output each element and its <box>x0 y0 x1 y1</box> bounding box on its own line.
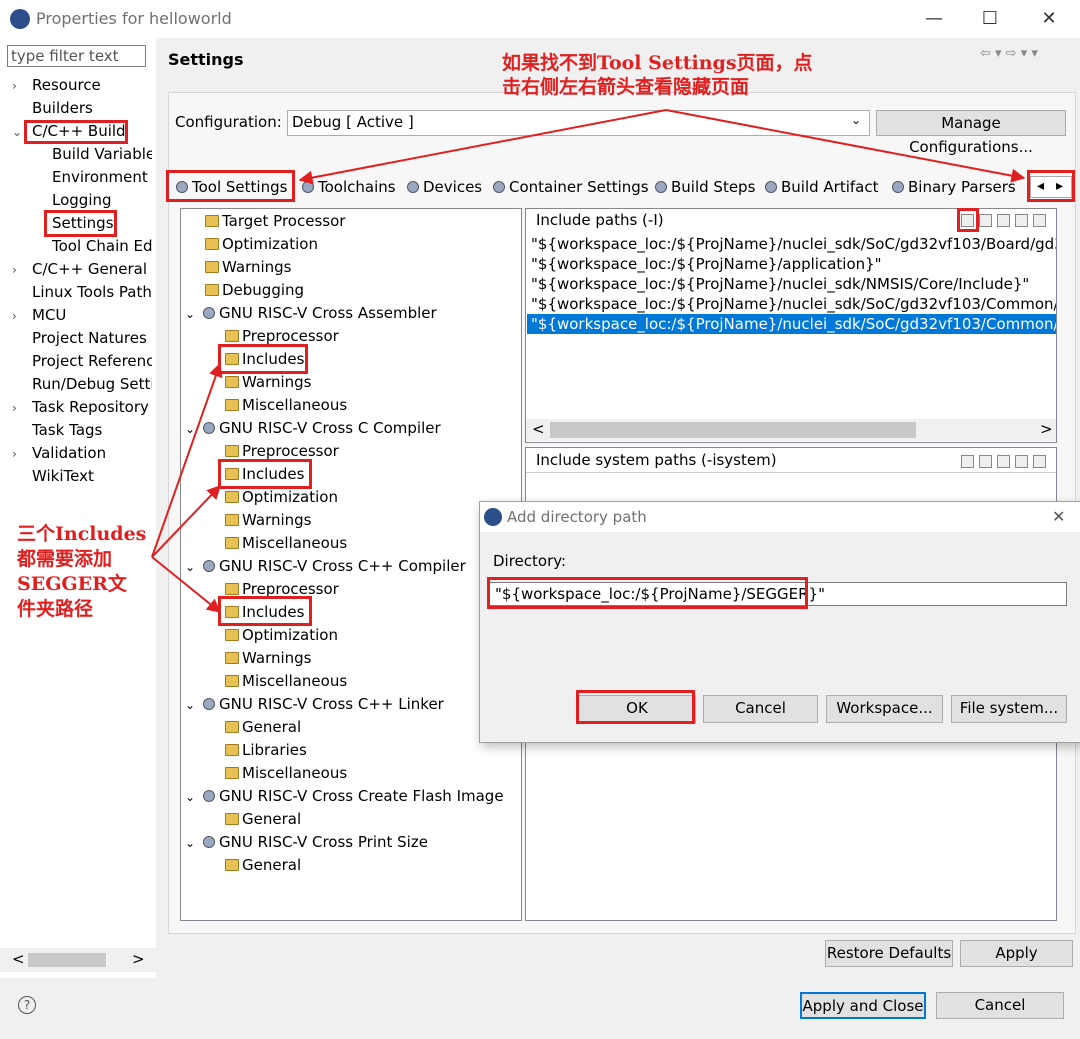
annotation-left-line3: SEGGER文 <box>17 573 127 595</box>
annotation-arrows <box>151 109 1026 613</box>
annotation-left-line1: 三个Includes <box>17 523 147 545</box>
annotation-top: 如果找不到Tool Settings页面，点 击右侧左右箭头查看隐藏页面 <box>502 51 813 99</box>
annotation-left-line4: 件夹路径 <box>17 598 94 620</box>
annotation-left: 三个Includes 都需要添加 SEGGER文 件夹路径 <box>17 522 146 622</box>
annotation-left-line2: 都需要添加 <box>17 548 113 570</box>
annotation-top-line1: 如果找不到Tool Settings页面，点 <box>502 52 813 74</box>
annotation-top-line2: 击右侧左右箭头查看隐藏页面 <box>502 76 750 98</box>
